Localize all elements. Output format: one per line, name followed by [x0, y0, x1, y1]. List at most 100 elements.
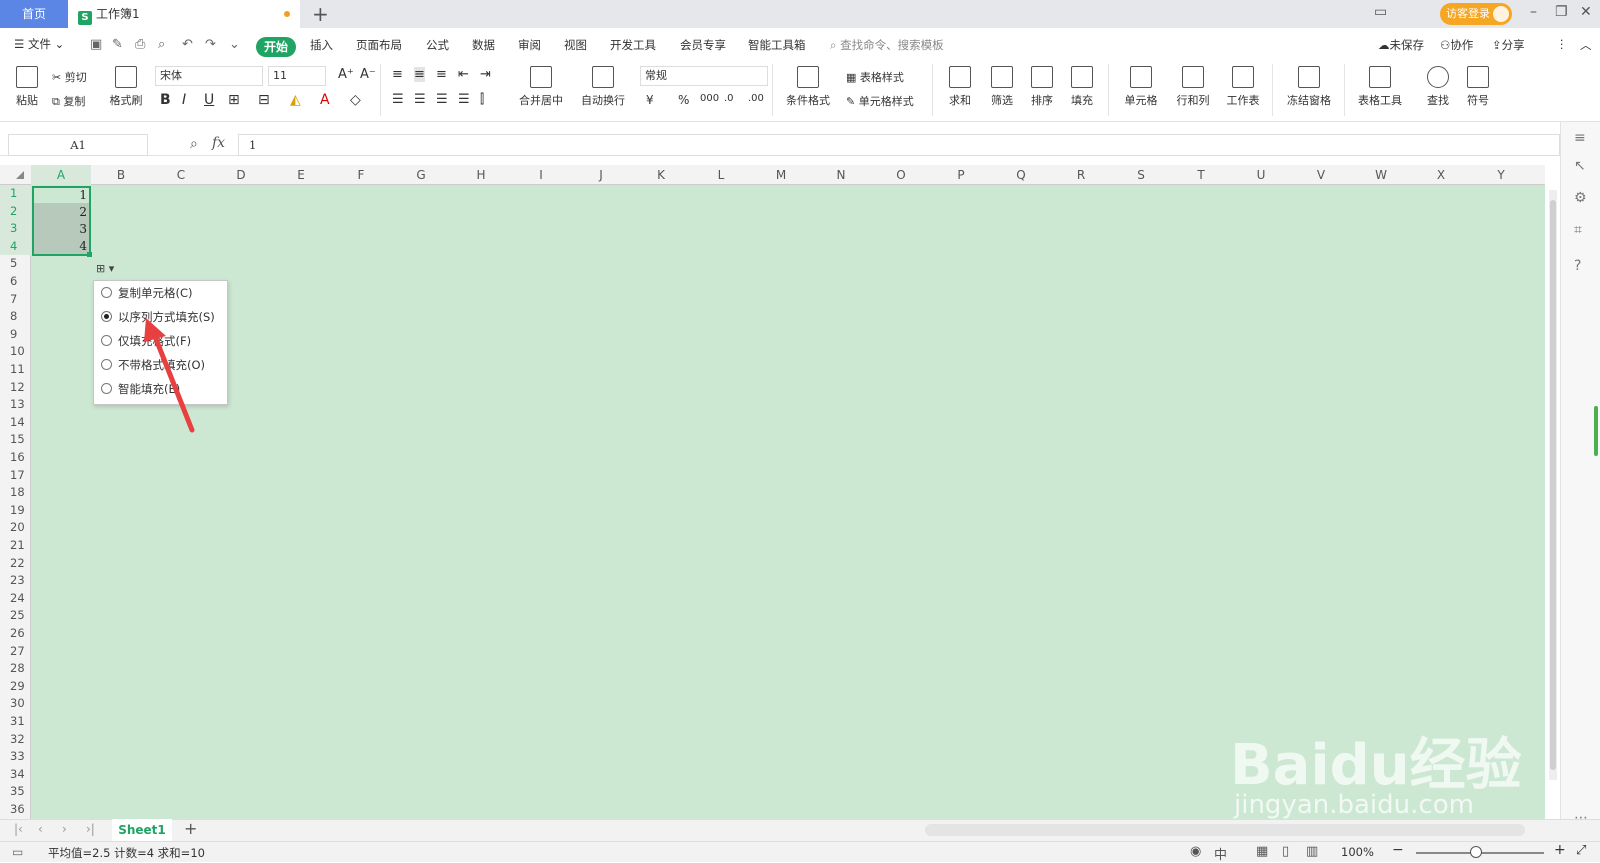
fill-handle[interactable] [87, 252, 92, 257]
restore-icon[interactable]: ❐ [1555, 4, 1568, 20]
zoom-formula-icon[interactable]: ⌕ [190, 136, 198, 152]
row-header[interactable]: 21 [0, 537, 31, 555]
row-header[interactable]: 2 [0, 202, 31, 221]
add-sheet-icon[interactable]: + [184, 819, 197, 838]
redo-icon[interactable]: ↷ [205, 37, 216, 52]
row-header[interactable]: 3 [0, 220, 31, 238]
fill-color-icon[interactable]: ◭ [290, 92, 301, 108]
row-header[interactable]: 11 [0, 361, 31, 379]
row-header[interactable]: 30 [0, 695, 31, 713]
zoom-level[interactable]: 100% [1341, 845, 1374, 859]
unsaved-button[interactable]: ☁未保存 [1378, 37, 1424, 53]
row-header[interactable]: 32 [0, 731, 31, 749]
freeze-panes-button[interactable]: 冻结窗格 [1282, 66, 1336, 108]
zoom-in-icon[interactable]: + [1554, 842, 1566, 858]
row-header[interactable]: 5 [0, 255, 31, 273]
font-select[interactable]: 宋体 [155, 66, 263, 86]
prev-sheet-icon[interactable]: ‹ [38, 822, 43, 836]
close-icon[interactable]: ✕ [1580, 4, 1592, 20]
row-header[interactable]: 6 [0, 273, 31, 291]
more-options-icon[interactable]: ⋮ [1556, 37, 1568, 51]
row-header[interactable]: 36 [0, 801, 31, 819]
shrink-font-icon[interactable]: A⁻ [360, 67, 376, 82]
fullscreen-icon[interactable]: ⤢ [1576, 843, 1586, 858]
align-left-icon[interactable]: ☰ [392, 92, 404, 107]
bold-icon[interactable]: B [160, 92, 171, 108]
row-header[interactable]: 34 [0, 766, 31, 784]
cut-button[interactable]: ✂ 剪切 [52, 69, 87, 85]
column-header[interactable]: M [751, 165, 811, 185]
column-header[interactable]: S [1111, 165, 1171, 185]
filter-button[interactable]: 筛选 [986, 66, 1018, 108]
indent-increase-icon[interactable]: ⇥ [480, 67, 491, 82]
row-header[interactable]: 29 [0, 678, 31, 696]
cell-style-icon[interactable]: ⊟ [258, 92, 270, 108]
row-header[interactable]: 4 [0, 237, 31, 256]
menu-page-layout[interactable]: 页面布局 [356, 37, 402, 53]
border-icon[interactable]: ⊞ [228, 92, 240, 108]
underline-icon[interactable]: U [204, 92, 214, 108]
menu-insert[interactable]: 插入 [310, 37, 333, 53]
wrap-text-button[interactable]: 自动换行 [578, 66, 628, 108]
format-painter-button[interactable]: 格式刷 [108, 66, 144, 108]
collab-button[interactable]: ⚇协作 [1440, 37, 1473, 53]
print-icon[interactable]: ⎙ [135, 37, 145, 52]
column-header[interactable]: T [1171, 165, 1231, 185]
column-header[interactable]: X [1411, 165, 1471, 185]
crop-icon[interactable]: ⌗ [1574, 222, 1582, 238]
row-header[interactable]: 35 [0, 783, 31, 801]
column-header[interactable]: L [691, 165, 751, 185]
column-header[interactable]: N [811, 165, 871, 185]
cell-a1[interactable]: 1 [34, 188, 89, 202]
share-button[interactable]: ⇪分享 [1492, 37, 1525, 53]
cell-a3[interactable]: 3 [34, 222, 89, 236]
language-icon[interactable]: 中 [1214, 844, 1227, 863]
column-header[interactable]: U [1231, 165, 1291, 185]
undo-icon[interactable]: ↶ [182, 37, 193, 52]
distribute-icon[interactable]: ⫿ [480, 92, 484, 107]
new-tab-button[interactable]: + [312, 2, 329, 26]
menu-data[interactable]: 数据 [472, 37, 495, 53]
menu-developer[interactable]: 开发工具 [610, 37, 656, 53]
scroll-thumb[interactable] [1550, 200, 1556, 770]
row-header[interactable]: 15 [0, 431, 31, 449]
symbol-button[interactable]: 符号 [1462, 66, 1494, 108]
row-header[interactable]: 9 [0, 326, 31, 344]
cell-a4[interactable]: 4 [34, 239, 89, 253]
number-format-select[interactable]: 常规 [640, 66, 768, 86]
column-header[interactable]: I [511, 165, 571, 185]
row-header[interactable]: 8 [0, 308, 31, 326]
grow-font-icon[interactable]: A⁺ [338, 67, 354, 82]
font-color-icon[interactable]: A [320, 92, 330, 108]
column-header[interactable]: K [631, 165, 691, 185]
align-top-icon[interactable]: ≡ [392, 67, 403, 82]
row-header[interactable]: 28 [0, 660, 31, 678]
menu-view[interactable]: 视图 [564, 37, 587, 53]
row-header[interactable]: 23 [0, 572, 31, 590]
row-header[interactable]: 17 [0, 467, 31, 485]
copy-button[interactable]: ⧉ 复制 [52, 93, 85, 109]
eye-protect-icon[interactable]: ◉ [1190, 844, 1201, 859]
print-preview-icon[interactable]: ⌕ [158, 37, 165, 52]
align-bottom-icon[interactable]: ≡ [436, 67, 447, 82]
decimal-decrease-icon[interactable]: .00 [748, 93, 764, 104]
menu-member[interactable]: 会员专享 [680, 37, 726, 53]
zoom-slider-knob[interactable] [1470, 846, 1482, 858]
column-header[interactable]: O [871, 165, 931, 185]
sum-button[interactable]: 求和 [944, 66, 976, 108]
menu-formulas[interactable]: 公式 [426, 37, 449, 53]
normal-view-icon[interactable]: ▦ [1256, 844, 1268, 859]
row-header[interactable]: 27 [0, 643, 31, 661]
row-header[interactable]: 19 [0, 502, 31, 520]
row-header[interactable]: 7 [0, 291, 31, 309]
align-right-icon[interactable]: ☰ [436, 92, 448, 107]
visitor-login-button[interactable]: 访客登录 [1440, 3, 1512, 25]
justify-icon[interactable]: ☰ [458, 92, 470, 107]
sort-button[interactable]: 排序 [1026, 66, 1058, 108]
sheet-tab-sheet1[interactable]: Sheet1 [112, 819, 172, 841]
fill-button[interactable]: 填充 [1066, 66, 1098, 108]
row-header[interactable]: 33 [0, 748, 31, 766]
format-brush-icon[interactable]: ✎ [112, 37, 123, 52]
column-header[interactable]: D [211, 165, 271, 185]
cells-button[interactable]: 单元格 [1120, 66, 1162, 108]
